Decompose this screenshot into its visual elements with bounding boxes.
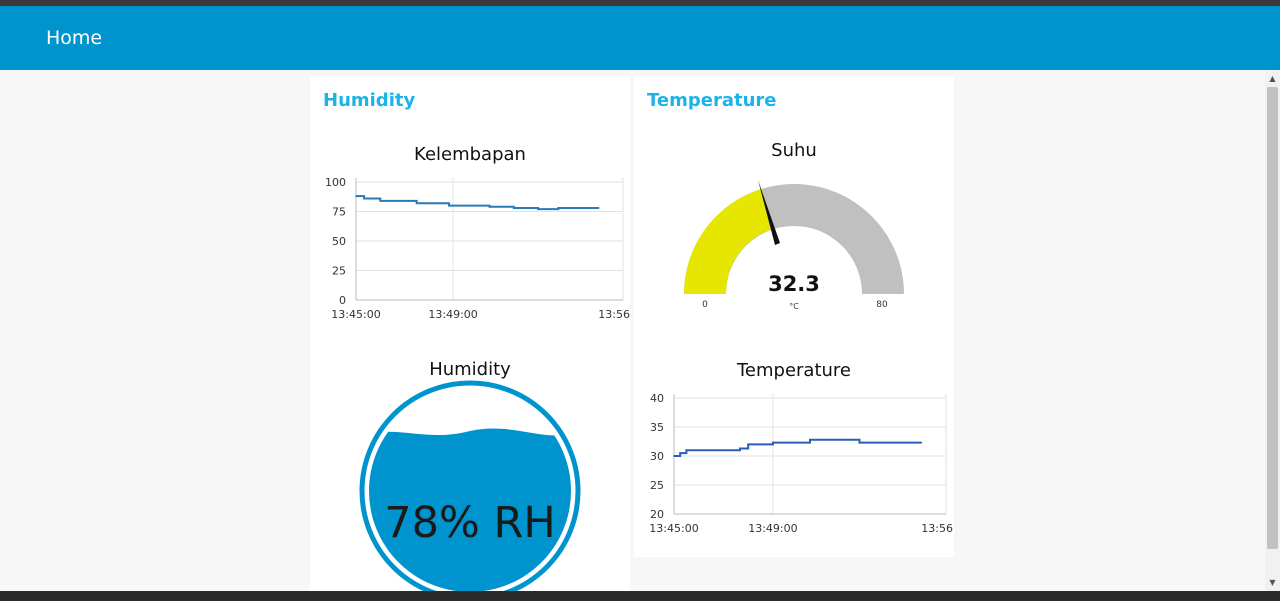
temperature-group: Temperature Suhu 32.3 °C 0 80 Temperatur… — [634, 76, 954, 557]
humidity-chart-data-point — [379, 200, 382, 202]
humidity-chart-data-point — [415, 202, 418, 205]
humidity-chart-data-point — [488, 205, 491, 208]
humidity-chart-data-point — [537, 208, 539, 210]
humidity-chart-data-point — [355, 195, 357, 197]
humidity-chart-ytick-label: 75 — [332, 206, 346, 219]
humidity-line-chart: 100 75 50 25 013:45:00 13:49:00 13:56:00 — [325, 176, 630, 321]
temp-chart-ytick-label: 25 — [650, 479, 664, 492]
temp-chart-title: Temperature — [736, 360, 852, 381]
temp-gauge-value: 32.3 — [768, 272, 820, 296]
temp-chart-xtick-label: 13:49:00 — [748, 522, 797, 535]
humidity-chart-data-point — [577, 207, 580, 209]
humidity-chart-xtick-label: 13:56:00 — [598, 308, 630, 321]
humidity-chart-xtick-label: 13:49:00 — [428, 308, 477, 321]
top-header: Home — [0, 6, 1280, 70]
humidity-chart-data-point — [557, 207, 560, 209]
temp-chart-ytick-label: 20 — [650, 508, 664, 521]
temp-gauge-min: 0 — [702, 300, 708, 310]
humidity-chart-ytick-label: 50 — [332, 235, 346, 248]
temp-chart-xtick-label: 13:45:00 — [649, 522, 698, 535]
temp-chart-series-line — [674, 438, 922, 457]
scroll-down-arrow-icon[interactable]: ▼ — [1268, 578, 1277, 587]
humidity-chart-data-point — [363, 197, 365, 200]
temp-chart-xtick-label: 13:56:00 — [921, 522, 954, 535]
group-title-humidity: Humidity — [323, 90, 416, 111]
humidity-chart-data-point — [597, 207, 600, 209]
humidity-chart-series-line — [356, 195, 599, 211]
temp-chart-data-point — [673, 455, 675, 457]
page-title: Home — [46, 27, 103, 49]
temp-chart-ytick-label: 35 — [650, 421, 664, 434]
taskbar-strip — [0, 591, 1280, 601]
temp-chart-data-point — [739, 447, 741, 450]
temp-chart-data-point — [679, 452, 681, 454]
temperature-line-chart: 40 35 30 25 2013:45:00 13:49:00 13:56:00 — [649, 392, 954, 535]
humidity-gauge-value: 78% RH — [384, 498, 555, 548]
temp-chart-data-point — [858, 441, 861, 444]
temp-gauge-unit: °C — [789, 302, 799, 311]
humidity-chart-ytick-label: 0 — [339, 294, 346, 307]
humidity-chart-data-point — [512, 207, 515, 209]
humidity-water-gauge: 78% RH — [359, 380, 581, 596]
scrollbar-thumb[interactable] — [1267, 87, 1278, 549]
temp-gauge-max: 80 — [876, 300, 888, 310]
temp-gauge-fill — [684, 188, 774, 294]
humidity-chart-data-point — [456, 204, 458, 207]
humidity-group: Humidity Kelembapan 100 75 50 25 0 13:45:00 13… — [310, 76, 630, 596]
temp-chart-data-point — [747, 443, 749, 446]
humidity-chart-xtick-label: 13:45:00 — [331, 308, 380, 321]
humidity-chart-ytick-label: 100 — [325, 176, 346, 189]
temp-chart-data-point — [809, 438, 811, 441]
temp-gauge-title: Suhu — [771, 140, 817, 161]
temp-chart-data-point — [772, 441, 774, 444]
temp-chart-ytick-label: 30 — [650, 450, 664, 463]
scroll-up-arrow-icon[interactable]: ▲ — [1268, 74, 1277, 83]
temp-chart-data-point — [685, 449, 688, 451]
temperature-donut-gauge: 32.3 °C 0 80 — [684, 180, 904, 311]
humidity-chart-data-point — [448, 204, 450, 207]
humidity-chart-title: Kelembapan — [414, 144, 526, 165]
group-title-temperature: Temperature — [647, 90, 777, 111]
humidity-gauge-title: Humidity — [429, 359, 511, 380]
temp-chart-ytick-label: 40 — [650, 392, 664, 405]
temp-chart-data-point — [920, 441, 923, 444]
humidity-chart-ytick-label: 25 — [332, 265, 346, 278]
